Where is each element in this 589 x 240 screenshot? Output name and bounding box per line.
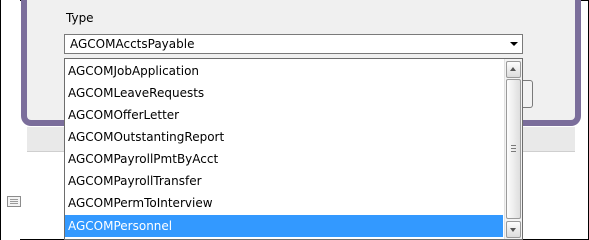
list-item[interactable]: AGCOMOfferLetter	[65, 104, 503, 126]
list-item[interactable]: AGCOMPermToInterview	[65, 192, 503, 214]
scroll-down-button[interactable]	[506, 221, 521, 238]
scroll-up-button[interactable]	[506, 61, 521, 78]
scroll-down-arrow-icon	[510, 228, 516, 232]
scroll-up-arrow-icon	[510, 67, 516, 71]
document-icon	[7, 196, 21, 207]
type-label: Type	[66, 11, 94, 25]
list-item-selected[interactable]: AGCOMPersonnel	[65, 215, 503, 237]
scroll-thumb[interactable]	[506, 79, 521, 219]
list-item[interactable]: AGCOMPayrollTransfer	[65, 170, 503, 192]
list-item[interactable]: AGCOMLeaveRequests	[65, 82, 503, 104]
list-item[interactable]: AGCOMPayrollPmtByAcct	[65, 148, 503, 170]
type-dropdown-list[interactable]: AGCOMJobApplication AGCOMLeaveRequests A…	[64, 58, 523, 240]
list-item[interactable]: AGCOMJobApplication	[65, 60, 503, 82]
chevron-down-icon[interactable]	[510, 42, 518, 46]
type-combobox[interactable]: AGCOMAcctsPayable	[64, 34, 523, 54]
type-combobox-value: AGCOMAcctsPayable	[70, 37, 195, 51]
left-strip	[1, 0, 21, 240]
grip-line	[511, 151, 516, 152]
vertical-scrollbar[interactable]	[504, 59, 522, 239]
list-item[interactable]: AGCOMOutstantingReport	[65, 126, 503, 148]
grip-line	[511, 145, 516, 146]
grip-line	[511, 148, 516, 149]
